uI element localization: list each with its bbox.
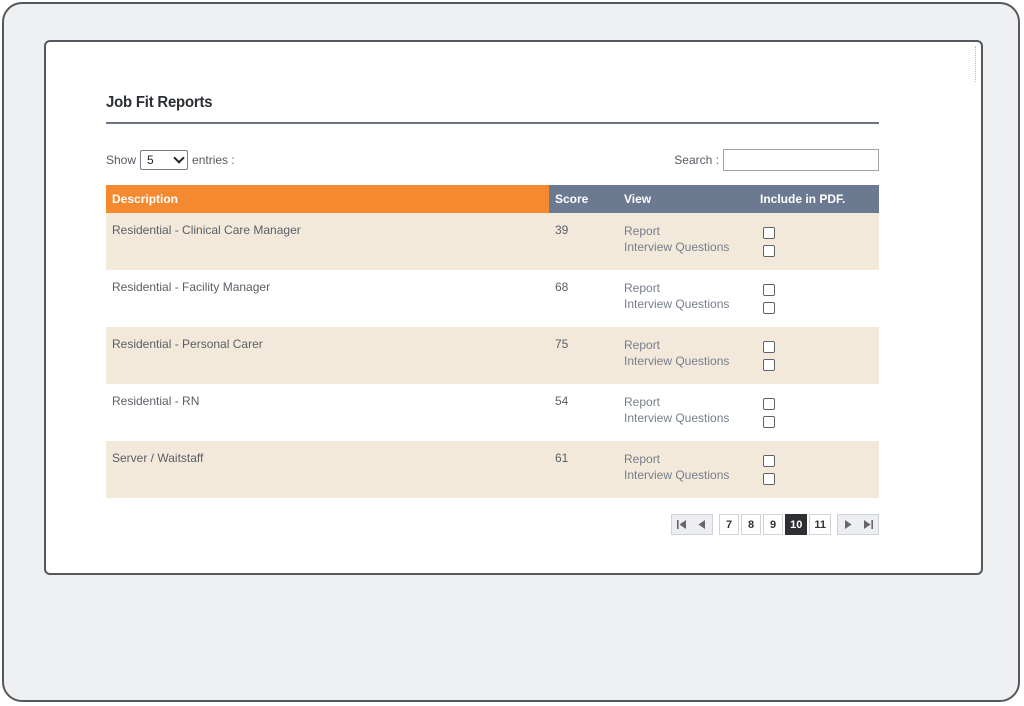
row-score: 54: [549, 384, 618, 441]
table-controls: Show 5 entries : Search :: [106, 148, 879, 172]
row-view-links: Report Interview Questions: [618, 270, 754, 327]
entries-select-value: 5: [147, 153, 154, 167]
row-include-pdf: [754, 441, 879, 498]
interview-questions-link[interactable]: Interview Questions: [624, 239, 748, 255]
page-button-8[interactable]: 8: [741, 514, 762, 535]
row-score: 39: [549, 213, 618, 270]
pagination-next-group: [837, 514, 879, 535]
job-fit-reports-section: Job Fit Reports Show 5 entries : Search …: [106, 94, 879, 535]
row-include-pdf: [754, 327, 879, 384]
report-link[interactable]: Report: [624, 394, 748, 410]
page-button-11[interactable]: 11: [809, 514, 831, 535]
chevron-down-icon: [173, 152, 185, 164]
row-description: Server / Waitstaff: [106, 441, 549, 498]
table-row: Residential - RN 54 Report Interview Que…: [106, 384, 879, 441]
row-view-links: Report Interview Questions: [618, 441, 754, 498]
row-description: Residential - Personal Carer: [106, 327, 549, 384]
include-report-checkbox[interactable]: [763, 341, 775, 353]
table-row: Residential - Clinical Care Manager 39 R…: [106, 213, 879, 270]
page-button-9[interactable]: 9: [763, 514, 784, 535]
include-interview-checkbox[interactable]: [763, 359, 775, 371]
row-score: 61: [549, 441, 618, 498]
job-fit-table: Description Score View Include in PDF. R…: [106, 185, 879, 498]
show-label: Show: [106, 153, 137, 167]
row-view-links: Report Interview Questions: [618, 327, 754, 384]
include-interview-checkbox[interactable]: [763, 302, 775, 314]
scrollbar-indicator: [975, 46, 979, 82]
page-numbers: 7 8 9 10 11: [719, 514, 831, 535]
row-description: Residential - Facility Manager: [106, 270, 549, 327]
table-row: Residential - Personal Carer 75 Report I…: [106, 327, 879, 384]
entries-length-control: Show 5 entries :: [106, 150, 235, 170]
row-view-links: Report Interview Questions: [618, 213, 754, 270]
report-link[interactable]: Report: [624, 337, 748, 353]
table-header-row: Description Score View Include in PDF.: [106, 185, 879, 213]
entries-select[interactable]: 5: [140, 150, 189, 170]
column-header-description[interactable]: Description: [106, 185, 549, 213]
interview-questions-link[interactable]: Interview Questions: [624, 467, 748, 483]
report-link[interactable]: Report: [624, 280, 748, 296]
row-include-pdf: [754, 270, 879, 327]
pagination-prev-group: [671, 514, 714, 535]
search-control: Search :: [674, 149, 879, 171]
row-view-links: Report Interview Questions: [618, 384, 754, 441]
search-label: Search :: [674, 153, 719, 167]
entries-label: entries :: [192, 153, 235, 167]
first-page-icon[interactable]: [672, 515, 692, 534]
title-divider: [106, 122, 879, 124]
row-include-pdf: [754, 384, 879, 441]
include-report-checkbox[interactable]: [763, 284, 775, 296]
include-report-checkbox[interactable]: [763, 398, 775, 410]
previous-page-icon[interactable]: [692, 515, 712, 534]
last-page-icon[interactable]: [858, 515, 878, 534]
page-button-10-active[interactable]: 10: [785, 514, 808, 535]
report-link[interactable]: Report: [624, 451, 748, 467]
column-header-include-pdf[interactable]: Include in PDF.: [754, 185, 879, 213]
search-input[interactable]: [723, 149, 879, 171]
include-report-checkbox[interactable]: [763, 455, 775, 467]
column-header-score[interactable]: Score: [549, 185, 618, 213]
interview-questions-link[interactable]: Interview Questions: [624, 353, 748, 369]
row-include-pdf: [754, 213, 879, 270]
page-button-7[interactable]: 7: [719, 514, 740, 535]
pagination: 7 8 9 10 11: [671, 514, 879, 535]
include-interview-checkbox[interactable]: [763, 473, 775, 485]
include-interview-checkbox[interactable]: [763, 245, 775, 257]
row-score: 75: [549, 327, 618, 384]
include-report-checkbox[interactable]: [763, 227, 775, 239]
row-description: Residential - Clinical Care Manager: [106, 213, 549, 270]
row-score: 68: [549, 270, 618, 327]
include-interview-checkbox[interactable]: [763, 416, 775, 428]
column-header-view[interactable]: View: [618, 185, 754, 213]
next-page-icon[interactable]: [838, 515, 858, 534]
interview-questions-link[interactable]: Interview Questions: [624, 296, 748, 312]
table-row: Residential - Facility Manager 68 Report…: [106, 270, 879, 327]
page-title: Job Fit Reports: [106, 94, 213, 111]
interview-questions-link[interactable]: Interview Questions: [624, 410, 748, 426]
row-description: Residential - RN: [106, 384, 549, 441]
report-link[interactable]: Report: [624, 223, 748, 239]
table-row: Server / Waitstaff 61 Report Interview Q…: [106, 441, 879, 498]
